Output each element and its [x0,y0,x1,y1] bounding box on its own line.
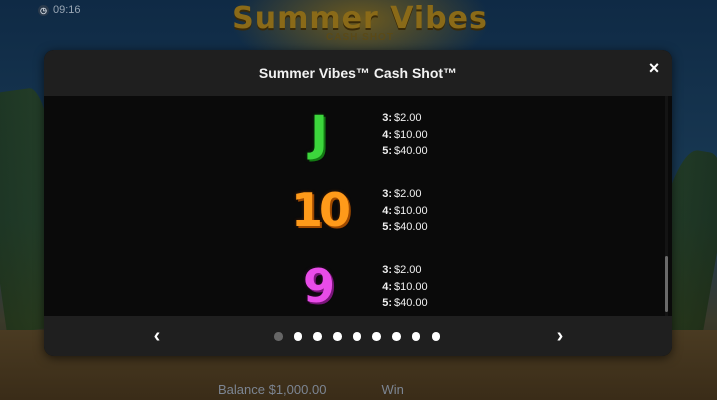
payout-count: 3: [382,264,392,276]
modal-header: Summer Vibes™ Cash Shot™ × [44,50,672,96]
payout-amount: $2.00 [394,112,422,124]
payout-amount: $40.00 [394,221,428,233]
payout-line: 5: $40.00 [376,219,428,236]
next-page-button[interactable]: › [548,324,572,348]
number-10-symbol-icon: 10 [290,183,351,237]
payout-line: 3: $2.00 [376,186,428,203]
paytable-content: J 3: $2.00 4: $10.00 5: $40.00 10 3: $2.00 4… [44,96,672,316]
payout-amount: $2.00 [394,264,422,276]
payout-count: 5: [382,145,392,157]
payout-amount: $40.00 [394,297,428,309]
payout-line: 5: $40.00 [376,295,428,312]
page-dot[interactable] [293,332,303,341]
page-dot[interactable] [392,332,401,341]
payout-amount: $40.00 [394,145,428,157]
clock-icon: ◷ [38,4,49,16]
page-dot[interactable] [333,332,342,341]
paytable-row: 10 3: $2.00 4: $10.00 5: $40.00 [44,180,672,240]
payout-line: 5: $40.00 [376,143,428,160]
payout-count: 5: [382,221,392,233]
balance-bar: Balance $1,000.00 Win [0,378,717,400]
payout-amount: $10.00 [394,280,428,293]
page-dot[interactable] [431,332,440,341]
payout-amount: $10.00 [394,204,428,217]
payout-count: 3: [382,112,392,124]
page-dot[interactable] [274,332,283,341]
payout-list: 3: $2.00 4: $10.00 5: $40.00 [376,186,428,236]
modal-title: Summer Vibes™ Cash Shot™ [258,65,458,81]
payout-count: 4: [382,280,392,293]
payout-line: 4: $10.00 [376,279,428,296]
payout-line: 4: $10.00 [376,127,428,144]
balance-text: Balance $1,000.00 [218,381,327,397]
page-dot[interactable] [352,332,362,341]
modal-footer: ‹ › [44,316,672,356]
page-dot[interactable] [313,332,322,341]
game-logo-title: Summer Vibes [232,1,488,36]
previous-page-button[interactable]: ‹ [145,324,169,348]
number-9-symbol-icon: 9 [302,259,335,313]
page-dot[interactable] [372,332,381,341]
payout-count: 5: [382,297,392,309]
paytable-row: 9 3: $2.00 4: $10.00 5: $40.00 [44,256,672,316]
letter-j-symbol-icon: J [310,106,328,162]
payout-count: 4: [382,204,392,217]
paytable-row: J 3: $2.00 4: $10.00 5: $40.00 [44,104,672,164]
game-logo: Summer Vibes CASH SHOT [210,1,510,44]
clock: ◷ 09:16 [38,4,81,16]
close-button[interactable]: × [644,58,664,78]
paytable-modal: Summer Vibes™ Cash Shot™ × J 3: $2.00 4: $… [44,50,672,356]
payout-line: 4: $10.00 [376,203,428,220]
payout-count: 4: [382,128,392,141]
payout-line: 3: $2.00 [376,262,428,279]
win-text: Win [381,381,404,397]
clock-time: 09:16 [53,4,81,16]
payout-line: 3: $2.00 [376,110,428,127]
payout-count: 3: [382,188,392,200]
payout-amount: $10.00 [394,128,428,141]
payout-list: 3: $2.00 4: $10.00 5: $40.00 [376,110,428,160]
page-dot[interactable] [411,332,421,341]
page-indicator [274,332,440,341]
payout-amount: $2.00 [394,188,422,200]
scrollbar-thumb[interactable] [665,256,668,312]
payout-list: 3: $2.00 4: $10.00 5: $40.00 [376,262,428,312]
